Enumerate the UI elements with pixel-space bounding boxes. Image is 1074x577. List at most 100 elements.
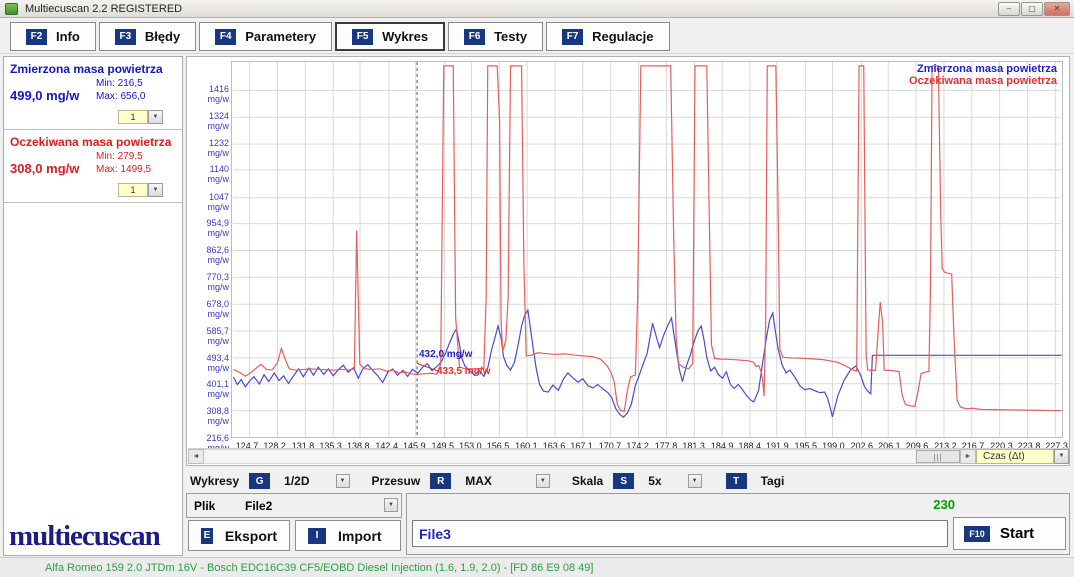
tab-parametery[interactable]: F4 Parametery bbox=[199, 22, 332, 51]
eksport-label: Eksport bbox=[225, 528, 277, 544]
y-axis-label: 1047 mg/w bbox=[189, 192, 229, 212]
y-axis-label: 585,7 mg/w bbox=[189, 326, 229, 346]
y-axis-label: 862,6 mg/w bbox=[189, 245, 229, 265]
przesuw-label: Przesuw bbox=[372, 474, 421, 488]
tab-bledy-label: Błędy bbox=[145, 29, 180, 44]
wykresy-mode-value[interactable]: 1/2D bbox=[284, 474, 309, 488]
r-key-badge: R bbox=[430, 473, 451, 489]
y-axis-label: 1140 mg/w bbox=[189, 164, 229, 184]
g-key-badge: G bbox=[249, 473, 270, 489]
signal-name: Oczekiwana masa powietrza bbox=[10, 135, 171, 149]
chevron-down-icon[interactable]: ▼ bbox=[1054, 449, 1069, 464]
przesuw-mode-value[interactable]: MAX bbox=[465, 474, 492, 488]
vehicle-info-text: Alfa Romeo 159 2.0 JTDm 16V - Bosch EDC1… bbox=[45, 562, 593, 574]
signal-current-value: 308,0 mg/w bbox=[10, 161, 79, 176]
signal-current-value: 499,0 mg/w bbox=[10, 88, 79, 103]
y-axis-label: 493,4 mg/w bbox=[189, 353, 229, 373]
wykresy-label: Wykresy bbox=[190, 474, 239, 488]
time-scrollbar: ◄ ||| ► Czas (Δt) ▼ bbox=[188, 448, 1069, 464]
signal-min: Min: 279,5 bbox=[96, 151, 143, 162]
tab-testy[interactable]: F6 Testy bbox=[448, 22, 543, 51]
import-button[interactable]: I Import bbox=[295, 520, 401, 551]
y-axis-label: 308,8 mg/w bbox=[189, 406, 229, 426]
close-button[interactable]: ✕ bbox=[1044, 2, 1070, 16]
legend-oczekiwana: Oczekiwana masa powietrza bbox=[909, 75, 1057, 87]
tab-bar: F2 Info F3 Błędy F4 Parametery F5 Wykres… bbox=[0, 18, 1074, 54]
scrollbar-track[interactable]: ||| bbox=[204, 449, 960, 464]
signal-panel-zmierzona[interactable]: Zmierzona masa powietrza 499,0 mg/w Min:… bbox=[4, 57, 182, 130]
skala-label: Skala bbox=[572, 474, 603, 488]
x-axis-mode-select[interactable]: Czas (Δt) bbox=[976, 449, 1054, 464]
tab-wykres[interactable]: F5 Wykres bbox=[335, 22, 445, 51]
multiecuscan-logo: multiecuscan bbox=[9, 520, 160, 553]
chevron-down-icon[interactable]: ▼ bbox=[148, 110, 163, 124]
maximize-button[interactable]: ▢ bbox=[1021, 2, 1043, 16]
title-bar: Multiecuscan 2.2 REGISTERED – ▢ ✕ bbox=[0, 0, 1074, 18]
e-key-badge: E bbox=[201, 528, 213, 544]
plot-area[interactable] bbox=[231, 61, 1063, 438]
chevron-down-icon[interactable]: ▼ bbox=[148, 183, 163, 197]
plot-svg bbox=[231, 61, 1063, 438]
t-key-badge: T bbox=[726, 473, 747, 489]
tab-parametery-label: Parametery bbox=[245, 29, 316, 44]
tab-bledy[interactable]: F3 Błędy bbox=[99, 22, 196, 51]
signal-panel-oczekiwana[interactable]: Oczekiwana masa powietrza 308,0 mg/w Min… bbox=[4, 130, 182, 203]
eksport-button[interactable]: E Eksport bbox=[188, 520, 290, 551]
signal-name: Zmierzona masa powietrza bbox=[10, 62, 163, 76]
minimize-button[interactable]: – bbox=[998, 2, 1020, 16]
y-axis-label: 401,1 mg/w bbox=[189, 379, 229, 399]
tab-wykres-label: Wykres bbox=[382, 29, 428, 44]
cursor-value-blue: 432,0 mg/w bbox=[419, 349, 472, 360]
signal-min: Min: 216,5 bbox=[96, 78, 143, 89]
i-key-badge: I bbox=[308, 528, 326, 544]
plik-file-select[interactable]: File2 bbox=[245, 499, 272, 513]
main-area: Zmierzona masa powietrza 499,0 mg/w Min:… bbox=[0, 54, 1074, 557]
f2-key-badge: F2 bbox=[26, 29, 47, 45]
tab-info-label: Info bbox=[56, 29, 80, 44]
start-button[interactable]: F10 Start bbox=[953, 517, 1066, 550]
signal-sidebar: Zmierzona masa powietrza 499,0 mg/w Min:… bbox=[3, 56, 183, 556]
legend-zmierzona: Zmierzona masa powietrza bbox=[909, 63, 1057, 75]
y-axis-label: 678,0 mg/w bbox=[189, 299, 229, 319]
f7-key-badge: F7 bbox=[562, 29, 583, 45]
import-label: Import bbox=[338, 528, 382, 544]
chart-controls: Wykresy G 1/2D ▼ Przesuw R MAX ▼ Skala S… bbox=[190, 470, 784, 492]
window-title: Multiecuscan 2.2 REGISTERED bbox=[25, 3, 182, 15]
chevron-down-icon[interactable]: ▼ bbox=[536, 474, 550, 488]
app-window: Multiecuscan 2.2 REGISTERED – ▢ ✕ F2 Inf… bbox=[0, 0, 1074, 577]
plik-label: Plik bbox=[194, 499, 215, 513]
scroll-right-icon[interactable]: ► bbox=[960, 449, 976, 464]
chart-panel: 1416 mg/w1324 mg/w1232 mg/w1140 mg/w1047… bbox=[186, 56, 1070, 466]
signal-max: Max: 1499,5 bbox=[96, 164, 151, 175]
y-axis-label: 1232 mg/w bbox=[189, 138, 229, 158]
cursor-value-red: 433,5 mg/w bbox=[437, 366, 490, 377]
f5-key-badge: F5 bbox=[352, 29, 373, 45]
f4-key-badge: F4 bbox=[215, 29, 236, 45]
chevron-down-icon[interactable]: ▼ bbox=[384, 498, 398, 512]
signal-max: Max: 656,0 bbox=[96, 91, 145, 102]
f6-key-badge: F6 bbox=[464, 29, 485, 45]
scroll-left-icon[interactable]: ◄ bbox=[188, 449, 204, 464]
tab-testy-label: Testy bbox=[494, 29, 527, 44]
filename-input[interactable] bbox=[412, 520, 948, 547]
signal-channel-value[interactable]: 1 bbox=[118, 183, 148, 197]
app-icon bbox=[5, 3, 18, 15]
s-key-badge: S bbox=[613, 473, 634, 489]
tab-regulacje-label: Regulacje bbox=[592, 29, 653, 44]
f10-key-badge: F10 bbox=[964, 526, 990, 542]
chevron-down-icon[interactable]: ▼ bbox=[336, 474, 350, 488]
signal-channel-value[interactable]: 1 bbox=[118, 110, 148, 124]
tab-info[interactable]: F2 Info bbox=[10, 22, 96, 51]
tab-regulacje[interactable]: F7 Regulacje bbox=[546, 22, 669, 51]
status-bar: Alfa Romeo 159 2.0 JTDm 16V - Bosch EDC1… bbox=[0, 557, 1074, 577]
sample-counter: 230 bbox=[933, 497, 955, 512]
chevron-down-icon[interactable]: ▼ bbox=[688, 474, 702, 488]
y-axis-label: 1416 mg/w bbox=[189, 84, 229, 104]
scrollbar-thumb[interactable]: ||| bbox=[916, 450, 960, 463]
skala-value[interactable]: 5x bbox=[648, 474, 661, 488]
tagi-label[interactable]: Tagi bbox=[761, 474, 785, 488]
series-line-0 bbox=[233, 310, 1061, 417]
y-axis-label: 770,3 mg/w bbox=[189, 272, 229, 292]
f3-key-badge: F3 bbox=[115, 29, 136, 45]
start-label: Start bbox=[1000, 525, 1034, 542]
